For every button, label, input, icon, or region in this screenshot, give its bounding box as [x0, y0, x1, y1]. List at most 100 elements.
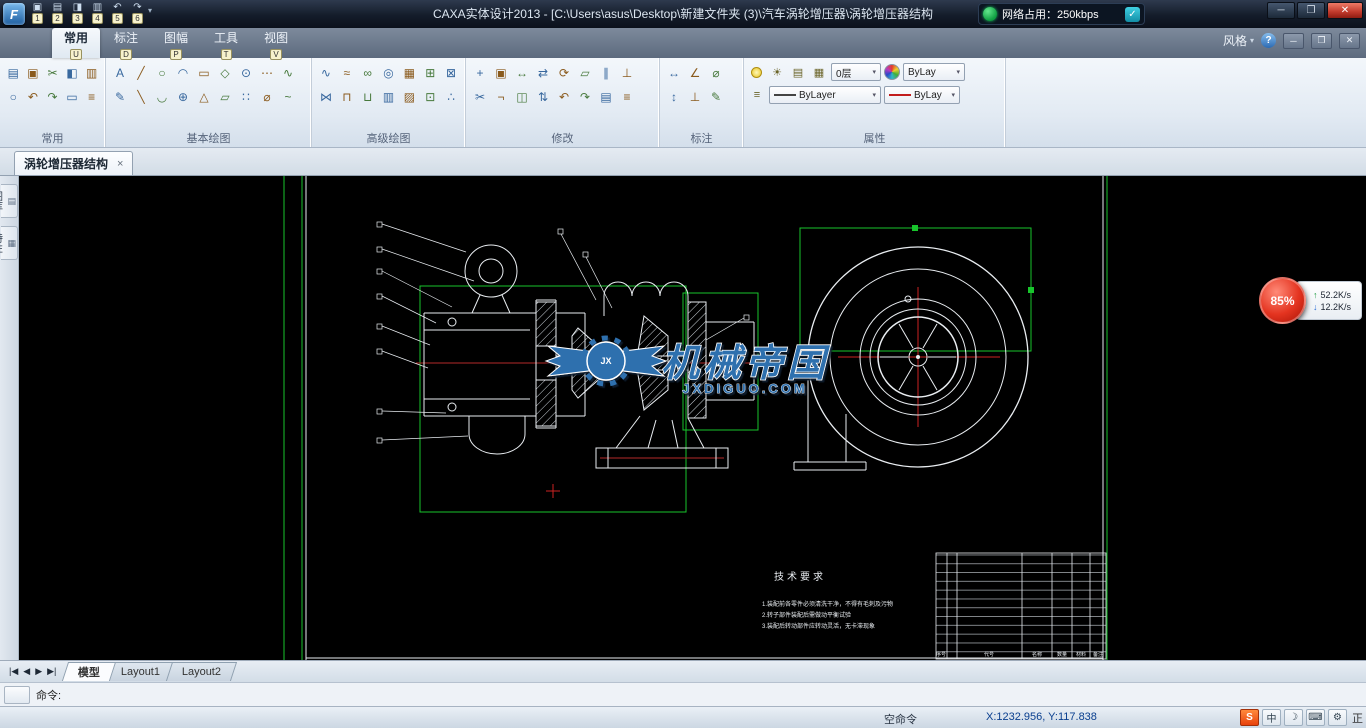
ime-fullhalf-moon-icon[interactable]: ☽ [1284, 709, 1303, 726]
ribbon-icon[interactable]: ∿ [278, 63, 298, 83]
qat-item-6[interactable]: ↷ 6 [129, 2, 146, 24]
ribbon-icon[interactable]: ◇ [215, 63, 235, 83]
command-history-box[interactable] [4, 686, 30, 704]
ribbon-icon[interactable]: ◫ [512, 87, 532, 107]
drawing-svg[interactable]: 技术要求 1.装配前各零件必须清洗干净，不得有毛刺及污物 2.转子部件装配后需做… [19, 176, 1366, 660]
ribbon-icon[interactable]: ▭ [63, 87, 82, 107]
ribbon-icon[interactable]: ✎ [706, 87, 726, 107]
ribbon-icon[interactable]: ▣ [491, 63, 511, 83]
color-wheel-icon[interactable] [884, 64, 900, 80]
ribbon-icon[interactable]: ⊡ [420, 87, 440, 107]
tab-common[interactable]: 常用 U [52, 28, 100, 58]
ribbon-icon[interactable]: ⊔ [358, 87, 378, 107]
linecolor-select[interactable]: ByLay ▾ [884, 86, 960, 104]
help-icon[interactable]: ? [1261, 33, 1276, 48]
ribbon-icon[interactable]: ╱ [131, 63, 151, 83]
maximize-button[interactable]: ❐ [1297, 2, 1325, 19]
ribbon-icon[interactable]: ⊥ [617, 63, 637, 83]
document-tab[interactable]: 涡轮增压器结构 × [14, 151, 133, 175]
ribbon-icon[interactable]: ⊞ [420, 63, 440, 83]
tab-annotate[interactable]: 标注 D [102, 28, 150, 58]
ribbon-icon[interactable]: ▣ [24, 63, 43, 83]
ribbon-icon[interactable]: ▱ [215, 87, 235, 107]
tab-nav-arrow-icon[interactable]: ◀ [23, 666, 30, 677]
ribbon-icon[interactable]: ↔ [664, 63, 684, 83]
layer-print-icon[interactable]: ▤ [789, 63, 807, 81]
ribbon-icon[interactable]: ✂ [470, 87, 490, 107]
tab-view[interactable]: 视图 V [252, 28, 300, 58]
tab-sheet[interactable]: 图幅 P [152, 28, 200, 58]
line-weight-icon[interactable]: ≡ [748, 86, 766, 104]
ribbon-icon[interactable]: ∥ [596, 63, 616, 83]
ribbon-icon[interactable]: ¬ [491, 87, 511, 107]
sogou-ime-icon[interactable]: S [1240, 709, 1259, 726]
layer-select[interactable]: 0层 ▾ [831, 63, 881, 81]
ribbon-icon[interactable]: ⊓ [337, 87, 357, 107]
ribbon-icon[interactable]: ∷ [236, 87, 256, 107]
qat-item-1[interactable]: ▣ 1 [29, 2, 46, 24]
ribbon-icon[interactable]: ▱ [575, 63, 595, 83]
model-tab-model[interactable]: 模型 [62, 662, 116, 681]
qat-item-3[interactable]: ◨ 3 [69, 2, 86, 24]
ribbon-icon[interactable]: ◡ [152, 87, 172, 107]
ribbon-icon[interactable]: ⇅ [533, 87, 553, 107]
ribbon-icon[interactable]: △ [194, 87, 214, 107]
ribbon-icon[interactable]: ∞ [358, 63, 378, 83]
ribbon-icon[interactable]: ◎ [379, 63, 399, 83]
ribbon-icon[interactable]: ∴ [441, 87, 461, 107]
ime-softkeyboard-icon[interactable]: ⌨ [1306, 709, 1325, 726]
ribbon-icon[interactable]: ▥ [82, 63, 101, 83]
ribbon-icon[interactable]: ↔ [512, 63, 532, 83]
memory-percent-ball[interactable]: 85% [1259, 277, 1306, 324]
ribbon-icon[interactable]: ▭ [194, 63, 214, 83]
ribbon-icon[interactable]: ↷ [43, 87, 62, 107]
ribbon-icon[interactable]: ⋈ [316, 87, 336, 107]
side-tab-library[interactable]: ▤ 图库 [1, 184, 18, 218]
ribbon-icon[interactable]: ⊙ [236, 63, 256, 83]
drawing-canvas[interactable]: 技术要求 1.装配前各零件必须清洗干净，不得有毛刺及污物 2.转子部件装配后需做… [19, 176, 1366, 660]
layer-visibility-icon[interactable] [751, 67, 762, 78]
ribbon-icon[interactable]: ▨ [399, 87, 419, 107]
ribbon-icon[interactable]: ⊕ [173, 87, 193, 107]
qat-item-2[interactable]: ▤ 2 [49, 2, 66, 24]
ribbon-icon[interactable]: A [110, 63, 130, 83]
layer-lock-icon[interactable]: ▦ [810, 63, 828, 81]
ribbon-icon[interactable]: ⇄ [533, 63, 553, 83]
ribbon-icon[interactable]: ○ [4, 87, 23, 107]
ribbon-icon[interactable]: ≡ [82, 87, 101, 107]
tab-nav-arrow-icon[interactable]: ▶ [35, 666, 42, 677]
side-tab-properties[interactable]: ▦ 特性 [1, 226, 18, 260]
ribbon-icon[interactable]: ∿ [316, 63, 336, 83]
command-prompt[interactable]: 命令: [36, 687, 61, 703]
ribbon-icon[interactable]: ╲ [131, 87, 151, 107]
ribbon-icon[interactable]: ▤ [596, 87, 616, 107]
ime-language-icon[interactable]: 中 [1262, 709, 1281, 726]
linestyle-select[interactable]: ByLayer ▾ [769, 86, 881, 104]
doc-close-button[interactable]: ✕ [1339, 33, 1360, 49]
qat-customize-caret-icon[interactable]: ▾ [148, 6, 152, 15]
ribbon-icon[interactable]: + [470, 63, 490, 83]
ribbon-icon[interactable]: ~ [278, 87, 298, 107]
qat-item-5[interactable]: ↶ 5 [109, 2, 126, 24]
model-tab-layout2[interactable]: Layout2 [165, 662, 236, 681]
ribbon-icon[interactable]: ✎ [110, 87, 130, 107]
command-line-bar[interactable]: 命令: [0, 682, 1366, 706]
ribbon-icon[interactable]: ↷ [575, 87, 595, 107]
ribbon-icon[interactable]: ↶ [554, 87, 574, 107]
qat-item-4[interactable]: ▥ 4 [89, 2, 106, 24]
ribbon-icon[interactable]: ✂ [43, 63, 62, 83]
app-logo[interactable]: F [3, 3, 25, 25]
tab-tools[interactable]: 工具 T [202, 28, 250, 58]
tab-nav-arrow-icon[interactable]: |◀ [9, 666, 18, 677]
tab-nav-arrow-icon[interactable]: ▶| [47, 666, 56, 677]
ribbon-icon[interactable]: ⊥ [685, 87, 705, 107]
ribbon-icon[interactable]: ⊠ [441, 63, 461, 83]
ribbon-icon[interactable]: ⌀ [706, 63, 726, 83]
ribbon-icon[interactable]: ⋯ [257, 63, 277, 83]
network-check-icon[interactable]: ✓ [1125, 7, 1140, 22]
network-usage-badge[interactable]: 网络占用：250kbps ✓ [978, 3, 1145, 25]
doc-restore-button[interactable]: ❐ [1311, 33, 1332, 49]
ime-settings-icon[interactable]: ⚙ [1328, 709, 1347, 726]
ribbon-icon[interactable]: ▦ [399, 63, 419, 83]
color-select[interactable]: ByLay ▾ [903, 63, 965, 81]
